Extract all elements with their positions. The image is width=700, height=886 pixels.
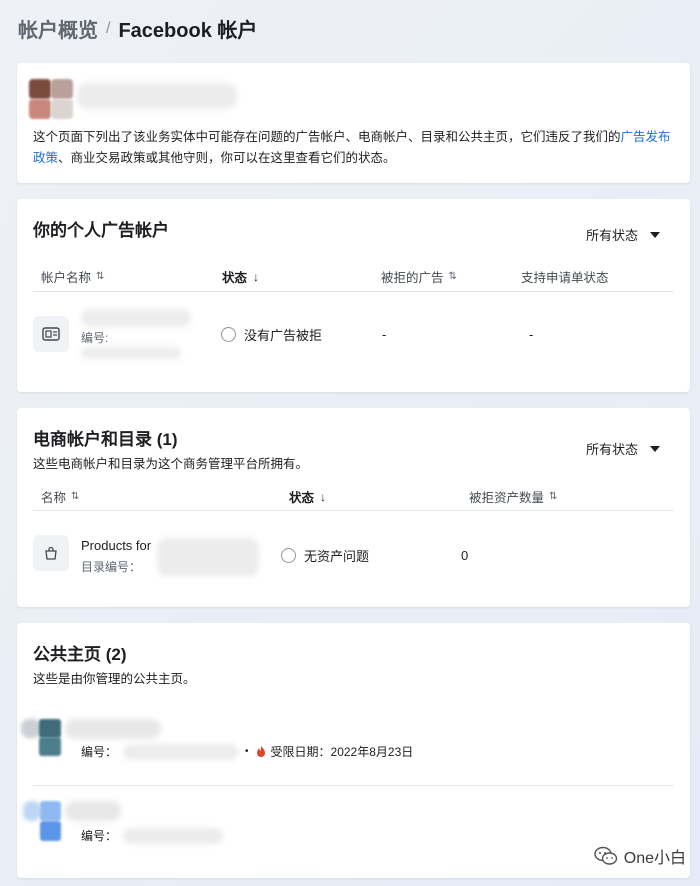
entity-avatar [29,79,73,119]
col-rejected-ads[interactable]: 被拒的广告 ⇅ [381,267,457,286]
ad-account-icon [33,316,69,352]
support-status-value: - [529,327,534,342]
catalog-name-redacted [157,538,259,576]
col-status[interactable]: 状态 ↓ [289,487,326,506]
page-id-redacted [123,827,224,844]
sort-icon: ⇅ [96,271,104,282]
page-name-redacted [65,801,121,821]
commerce-accounts-card: 电商帐户和目录 (1) 这些电商帐户和目录为这个商务管理平台所拥有。 所有状态 … [17,408,690,607]
commerce-subtitle: 这些电商帐户和目录为这个商务管理平台所拥有。 [33,457,309,471]
pages-subtitle: 这些是由你管理的公共主页。 [33,672,196,686]
sort-icon: ⇅ [71,491,79,502]
col-status[interactable]: 状态 ↓ [222,267,259,286]
ad-accounts-title: 你的个人广告帐户 [33,221,169,240]
catalog-status: 无资产问题 [281,546,369,565]
entity-name-redacted [77,83,237,109]
entity-description: 这个页面下列出了该业务实体中可能存在问题的广告帐户、电商帐户、目录和公共主页，它… [33,130,671,165]
page-avatar [23,801,61,841]
page-id-label: 编号： [81,829,118,843]
catalog-id-label: 目录编号： [81,560,142,574]
commerce-title: 电商帐户和目录 (1) [33,430,178,449]
page-meta-row: 编号： • 受限日期：2022年8月23日 [81,743,414,760]
wechat-icon [594,846,617,865]
page-row-divider [33,785,674,786]
col-name[interactable]: 名称 ⇅ [41,487,79,506]
pages-card: 公共主页 (2) 这些是由你管理的公共主页。 编号： • 受限日期：2022年8… [17,623,690,878]
ad-accounts-card: 你的个人广告帐户 所有状态 帐户名称 ⇅ 状态 ↓ 被拒的广告 ⇅ 支持申请单状态 编… [17,199,690,392]
table-header-divider [33,291,674,292]
rejected-assets-value: 0 [461,548,469,563]
watermark-text: One小白 [623,850,686,867]
table-header-divider [33,510,674,511]
commerce-status-filter[interactable]: 所有状态 [586,439,660,458]
col-support-status[interactable]: 支持申请单状态 [521,267,609,286]
sort-desc-icon: ↓ [253,269,260,284]
catalog-name[interactable]: Products for [81,538,151,553]
dropdown-caret-icon [650,445,660,452]
breadcrumb-parent[interactable]: 帐户概览 [18,14,98,43]
status-indicator-icon [281,548,296,563]
page-meta-row: 编号： [81,827,224,844]
page-id-label: 编号： [81,745,118,759]
restriction-warning-icon [256,746,265,757]
ad-account-status: 没有广告被拒 [221,325,322,344]
breadcrumb-separator: / [106,19,111,37]
sort-icon: ⇅ [549,491,557,502]
ad-account-id-label: 编号: [81,331,109,345]
business-entity-card: 这个页面下列出了该业务实体中可能存在问题的广告帐户、电商帐户、目录和公共主页，它… [17,63,690,183]
dropdown-caret-icon [650,231,660,238]
breadcrumb: 帐户概览 / Facebook 帐户 [18,14,257,43]
page-title: Facebook 帐户 [118,20,258,42]
sort-desc-icon: ↓ [320,489,327,504]
col-rejected-assets[interactable]: 被拒资产数量 ⇅ [469,487,557,506]
sort-icon: ⇅ [448,271,457,282]
ad-accounts-status-filter[interactable]: 所有状态 [586,225,660,244]
col-account-name[interactable]: 帐户名称 ⇅ [41,267,104,286]
shopping-bag-icon [33,535,69,571]
watermark: One小白 [594,844,686,868]
page-id-redacted [123,743,240,760]
ad-account-name-redacted [81,309,191,327]
page-avatar [21,719,61,757]
ad-account-id-redacted [81,347,181,359]
restricted-date: 受限日期：2022年8月23日 [270,745,414,759]
rejected-ads-value: - [382,327,387,342]
page-name-redacted [65,719,161,739]
pages-title: 公共主页 (2) [33,645,127,664]
status-indicator-icon [221,327,236,342]
